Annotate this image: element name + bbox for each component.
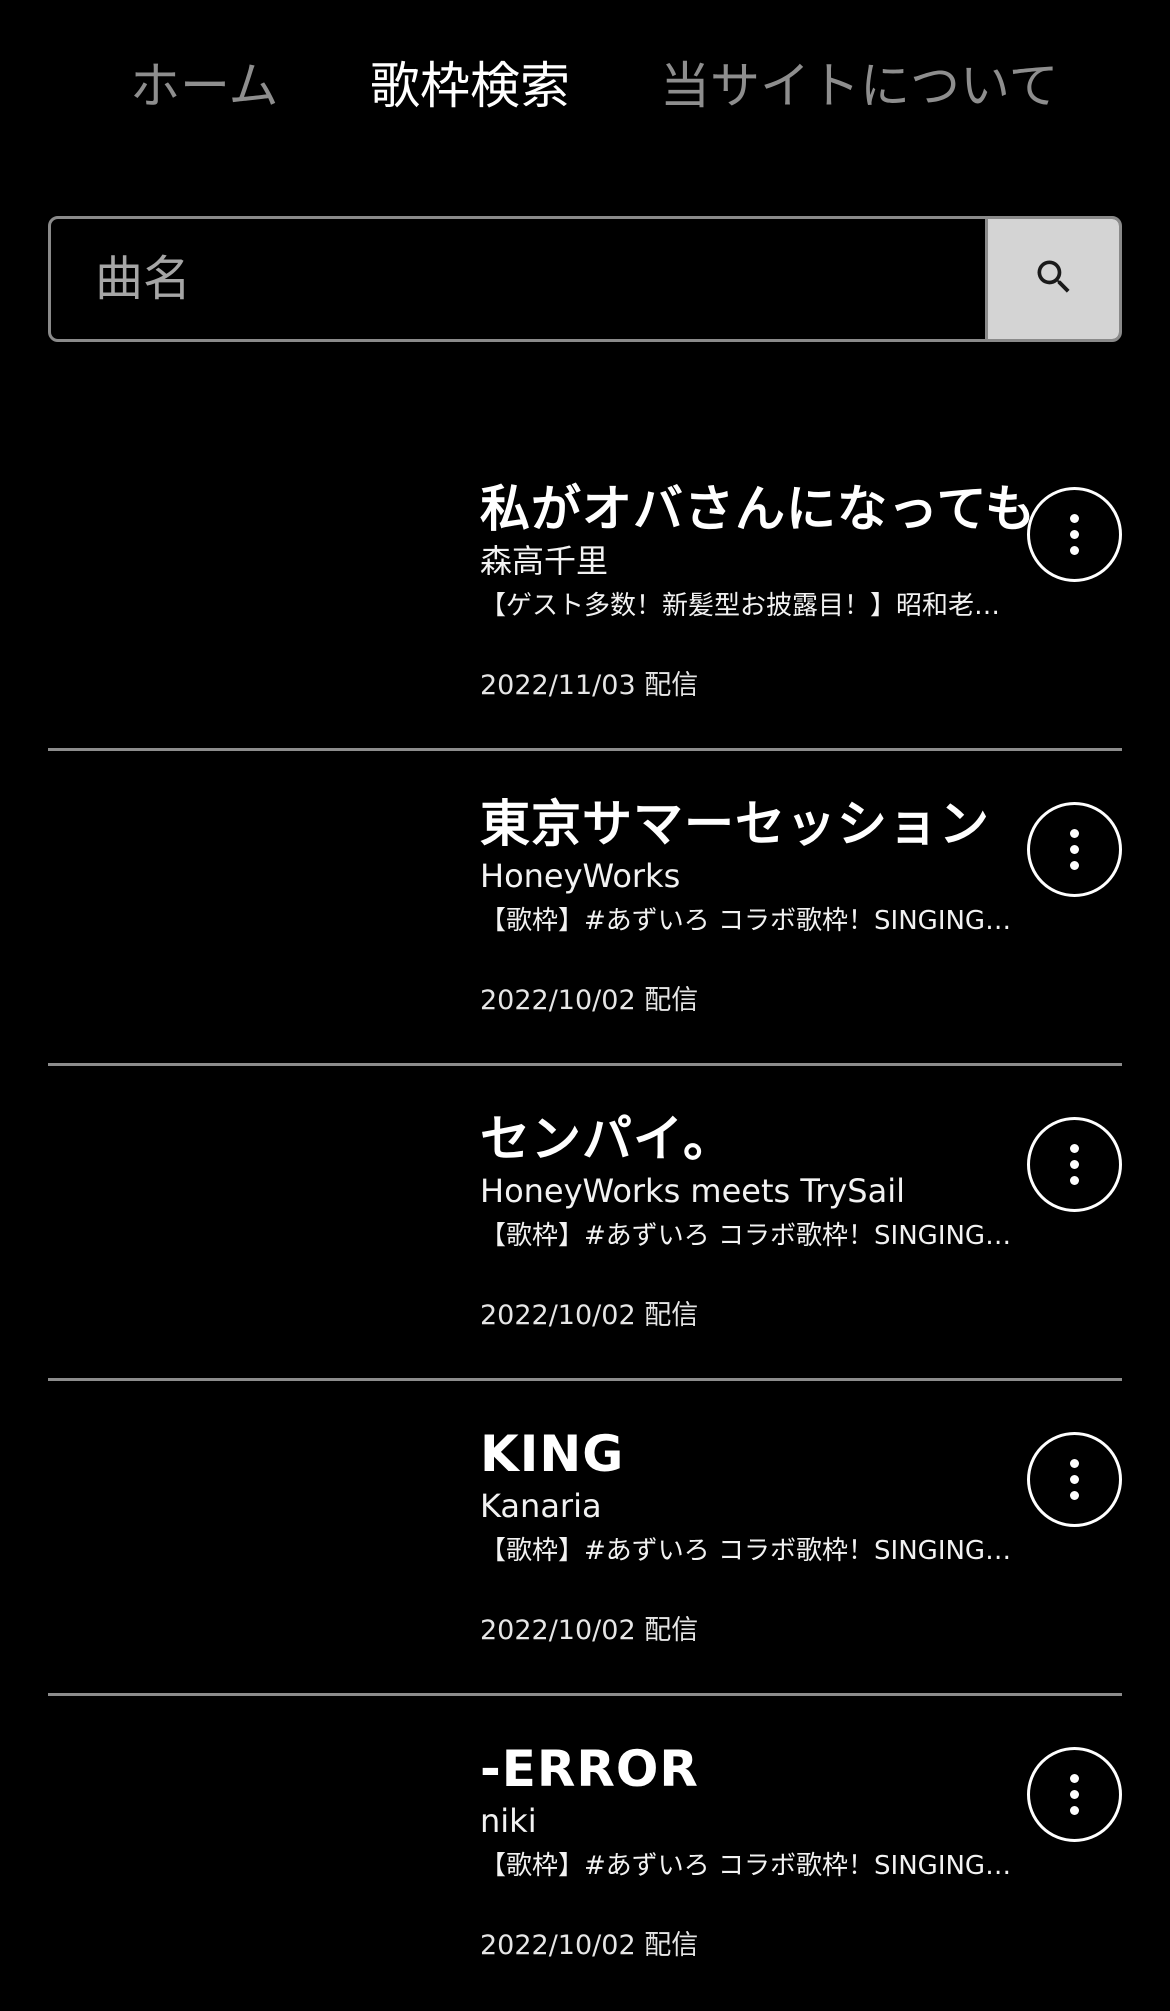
top-nav: ホーム 歌枠検索 当サイトについて (0, 0, 1170, 170)
more-vert-icon (1070, 829, 1079, 838)
more-vert-icon (1070, 1144, 1079, 1153)
more-options-button[interactable] (1027, 487, 1122, 582)
song-name-search-input[interactable] (51, 219, 986, 339)
stream-title[interactable]: 【歌枠】#あずいろ コラボ歌枠！SINGING… (480, 903, 1060, 941)
result-item[interactable]: センパイ。 HoneyWorks meets TrySail 【歌枠】#あずいろ… (48, 1066, 1122, 1381)
search-bar (48, 216, 1122, 342)
stream-title[interactable]: 【歌枠】#あずいろ コラボ歌枠！SINGING… (480, 1848, 1060, 1886)
artist-name: HoneyWorks (480, 857, 681, 895)
more-options-button[interactable] (1027, 1432, 1122, 1527)
video-thumbnail[interactable] (48, 1405, 448, 1635)
result-item[interactable]: 東京サマーセッション HoneyWorks 【歌枠】#あずいろ コラボ歌枠！SI… (48, 751, 1122, 1066)
results-list: 私がオバさんになっても 森高千里 【ゲスト多数！新髪型お披露目！】昭和老… 20… (48, 436, 1122, 2011)
more-vert-icon (1070, 1774, 1079, 1783)
result-item[interactable]: KING Kanaria 【歌枠】#あずいろ コラボ歌枠！SINGING… 20… (48, 1381, 1122, 1696)
artist-name: niki (480, 1802, 537, 1840)
result-item[interactable]: -ERROR niki 【歌枠】#あずいろ コラボ歌枠！SINGING… 202… (48, 1696, 1122, 2011)
stream-title[interactable]: 【ゲスト多数！新髪型お披露目！】昭和老… (480, 588, 1060, 626)
stream-title[interactable]: 【歌枠】#あずいろ コラボ歌枠！SINGING… (480, 1533, 1060, 1571)
video-thumbnail[interactable] (48, 1090, 448, 1320)
artist-name: HoneyWorks meets TrySail (480, 1172, 905, 1210)
stream-title[interactable]: 【歌枠】#あずいろ コラボ歌枠！SINGING… (480, 1218, 1060, 1256)
artist-name: 森高千里 (480, 542, 609, 580)
stream-date: 2022/11/03 配信 (480, 670, 699, 701)
more-options-button[interactable] (1027, 1747, 1122, 1842)
result-item[interactable]: 私がオバさんになっても 森高千里 【ゲスト多数！新髪型お披露目！】昭和老… 20… (48, 436, 1122, 751)
search-icon (1032, 255, 1076, 303)
song-title: 私がオバさんになっても (480, 480, 1036, 538)
stream-date: 2022/10/02 配信 (480, 1930, 699, 1961)
more-vert-icon (1070, 1459, 1079, 1468)
stream-date: 2022/10/02 配信 (480, 1300, 699, 1331)
video-thumbnail[interactable] (48, 1720, 448, 1950)
nav-about[interactable]: 当サイトについて (660, 52, 1059, 120)
video-thumbnail[interactable] (48, 460, 448, 690)
song-title: センパイ。 (480, 1110, 734, 1168)
artist-name: Kanaria (480, 1487, 602, 1525)
song-title: KING (480, 1425, 625, 1483)
stream-date: 2022/10/02 配信 (480, 985, 699, 1016)
search-button[interactable] (985, 219, 1119, 339)
more-options-button[interactable] (1027, 802, 1122, 897)
video-thumbnail[interactable] (48, 775, 448, 1005)
more-vert-icon (1070, 514, 1079, 523)
song-title: 東京サマーセッション (480, 795, 990, 853)
more-options-button[interactable] (1027, 1117, 1122, 1212)
nav-song-search[interactable]: 歌枠検索 (370, 52, 570, 120)
song-title: -ERROR (480, 1740, 699, 1798)
nav-home[interactable]: ホーム (130, 52, 279, 120)
stream-date: 2022/10/02 配信 (480, 1615, 699, 1646)
